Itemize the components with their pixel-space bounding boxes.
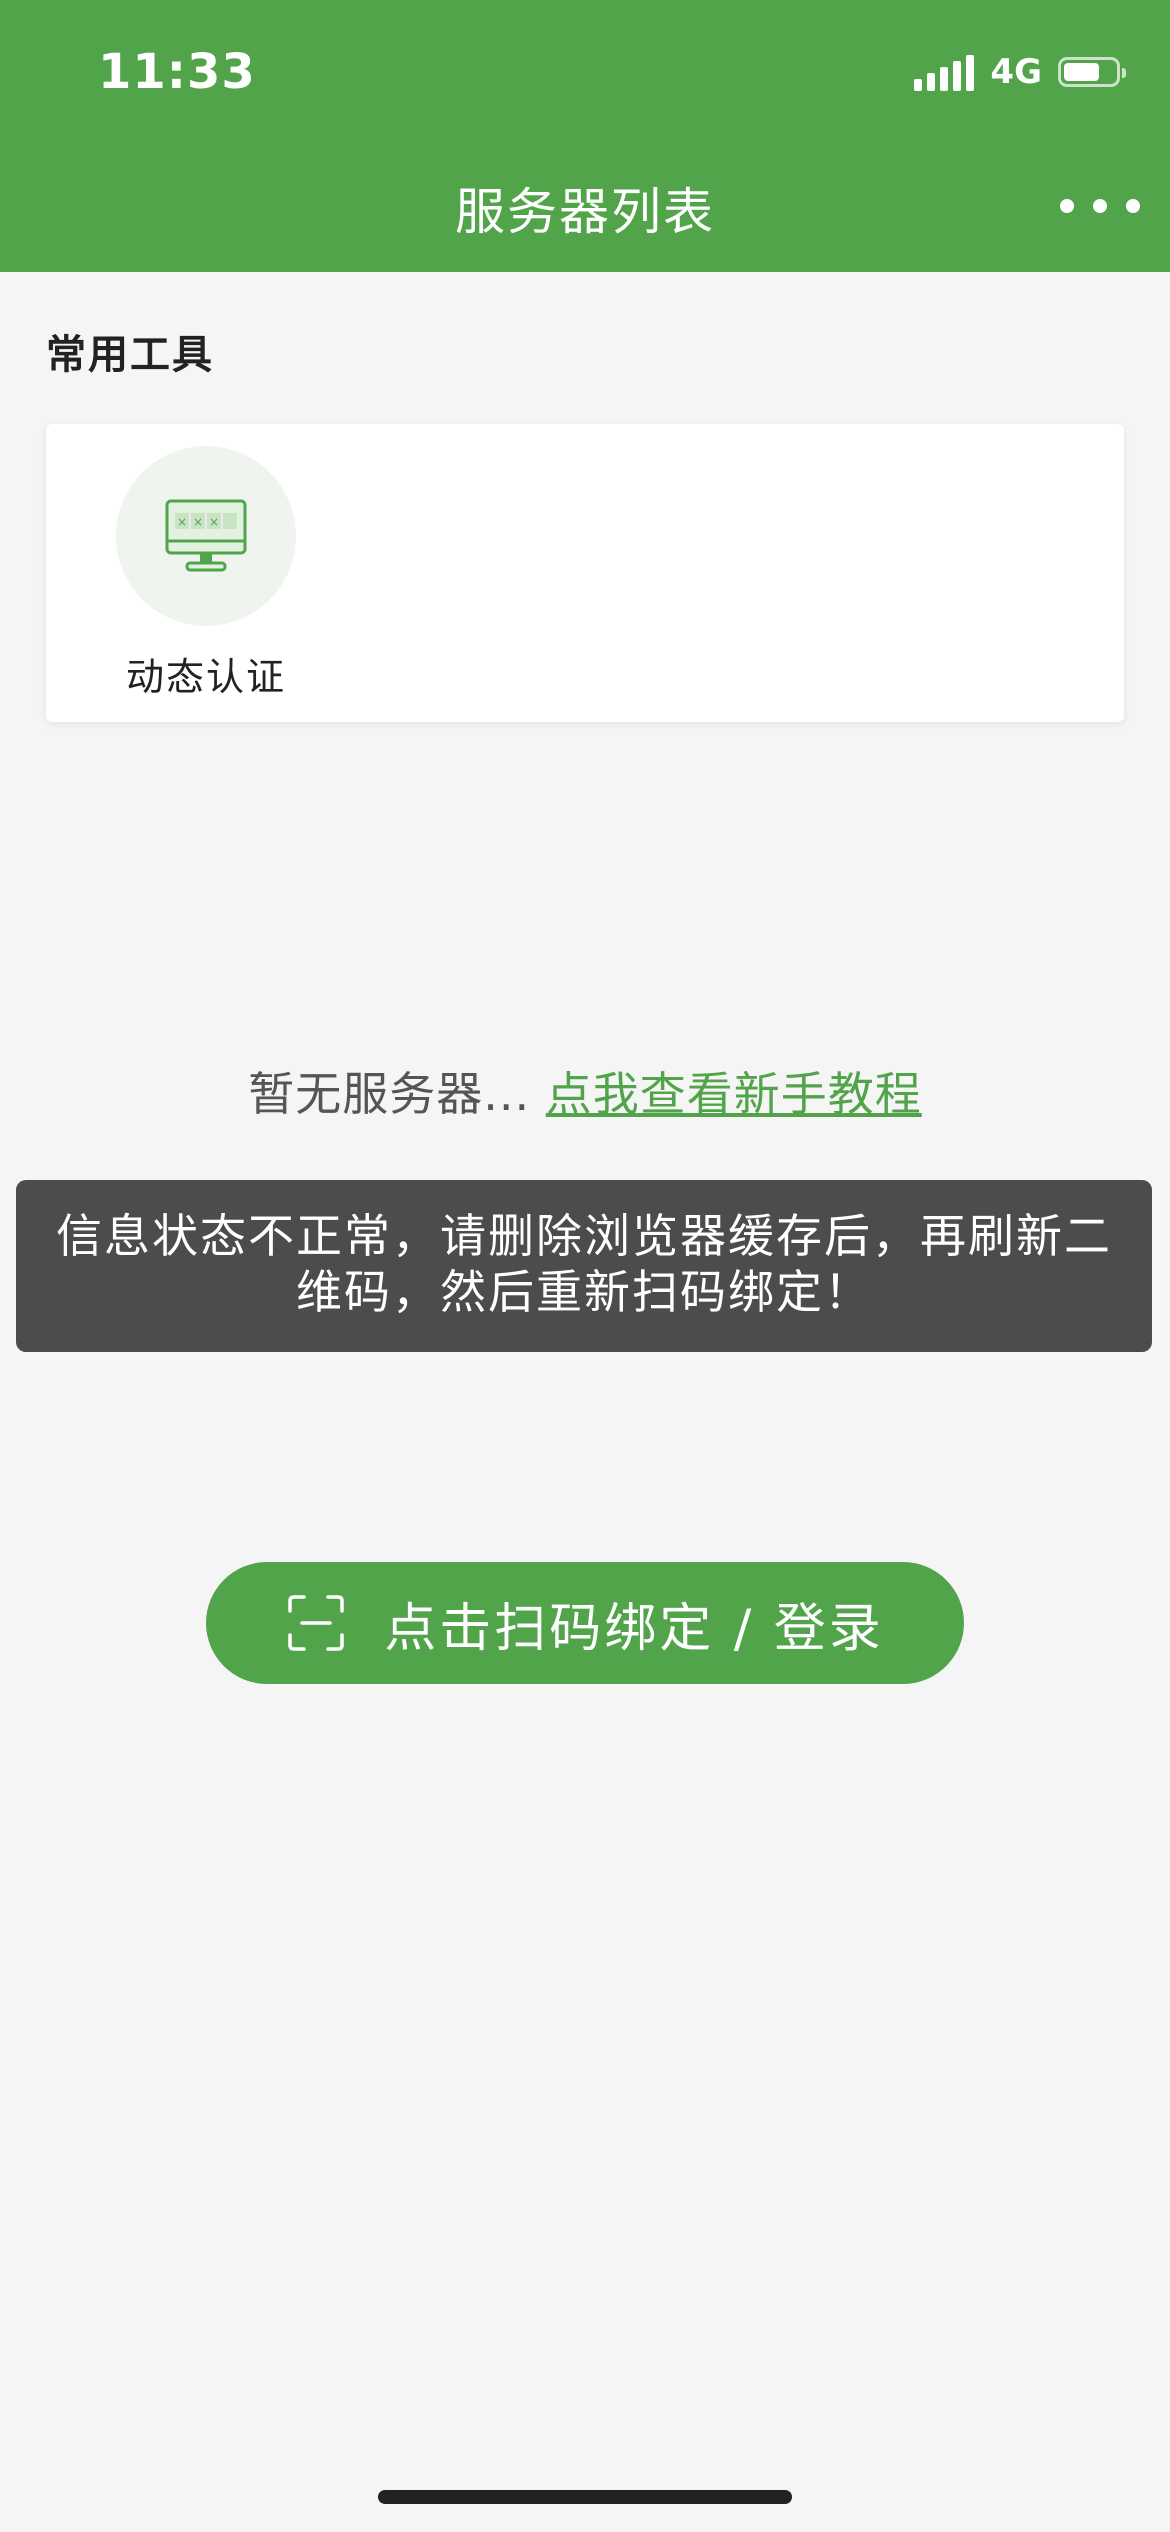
signal-icon bbox=[914, 53, 975, 91]
top-bar: 11:33 4G 服务器列表 bbox=[0, 0, 1170, 272]
svg-text:×: × bbox=[177, 515, 187, 529]
section-title-tools: 常用工具 bbox=[46, 332, 214, 378]
monitor-password-icon: × × × bbox=[116, 446, 296, 626]
network-type: 4G bbox=[990, 52, 1042, 92]
home-indicator bbox=[378, 2490, 792, 2504]
more-dots-icon[interactable] bbox=[1060, 186, 1140, 226]
tools-card: × × × 动态认证 bbox=[46, 424, 1124, 722]
page-title: 服务器列表 bbox=[455, 183, 715, 241]
svg-text:×: × bbox=[209, 515, 219, 529]
scan-icon bbox=[288, 1595, 344, 1651]
svg-text:×: × bbox=[193, 515, 203, 529]
empty-state: 暂无服务器... 点我查看新手教程 bbox=[0, 1058, 1170, 1124]
status-time: 11:33 bbox=[98, 44, 256, 100]
tool-label: 动态认证 bbox=[125, 655, 286, 699]
battery-icon bbox=[1058, 57, 1126, 87]
empty-state-text: 暂无服务器... bbox=[248, 1067, 531, 1121]
scan-bind-login-button[interactable]: 点击扫码绑定 / 登录 bbox=[206, 1562, 964, 1684]
scan-button-label: 点击扫码绑定 / 登录 bbox=[384, 1598, 884, 1659]
error-toast: 信息状态不正常，请删除浏览器缓存后，再刷新二维码，然后重新扫码绑定！ bbox=[16, 1180, 1152, 1352]
status-indicators: 4G bbox=[914, 52, 1126, 92]
tool-item-dynamic-auth[interactable]: × × × 动态认证 bbox=[106, 446, 306, 701]
tutorial-link[interactable]: 点我查看新手教程 bbox=[546, 1067, 922, 1121]
